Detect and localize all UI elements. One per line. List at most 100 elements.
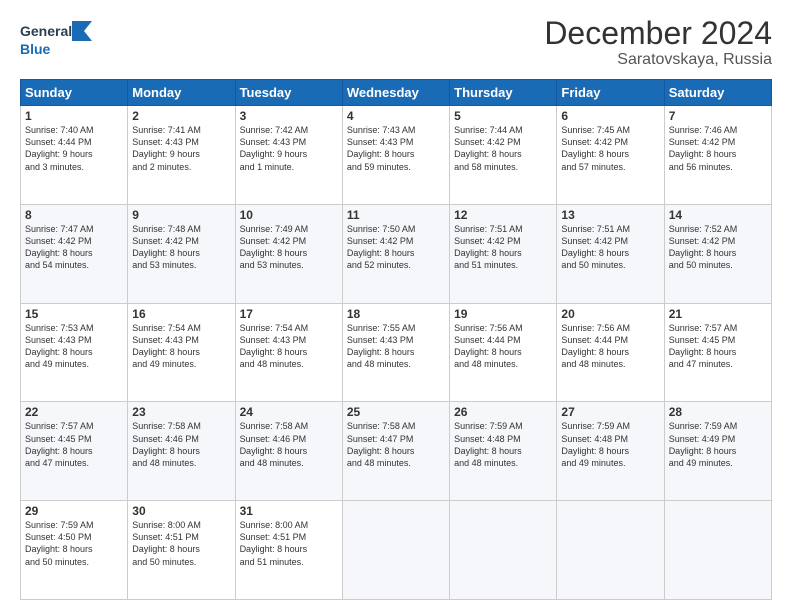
table-row [342,501,449,600]
table-row: 6Sunrise: 7:45 AMSunset: 4:42 PMDaylight… [557,106,664,205]
calendar-week-5: 29Sunrise: 7:59 AMSunset: 4:50 PMDayligh… [21,501,772,600]
cell-info: Sunrise: 7:49 AMSunset: 4:42 PMDaylight:… [240,223,338,272]
table-row: 9Sunrise: 7:48 AMSunset: 4:42 PMDaylight… [128,204,235,303]
table-row: 24Sunrise: 7:58 AMSunset: 4:46 PMDayligh… [235,402,342,501]
day-number: 2 [132,109,230,123]
table-row: 31Sunrise: 8:00 AMSunset: 4:51 PMDayligh… [235,501,342,600]
svg-text:General: General [20,23,72,39]
cell-info: Sunrise: 8:00 AMSunset: 4:51 PMDaylight:… [240,519,338,568]
table-row: 17Sunrise: 7:54 AMSunset: 4:43 PMDayligh… [235,303,342,402]
table-row: 29Sunrise: 7:59 AMSunset: 4:50 PMDayligh… [21,501,128,600]
calendar-title: December 2024 [544,16,772,51]
col-thursday: Thursday [450,80,557,106]
calendar-header-row: Sunday Monday Tuesday Wednesday Thursday… [21,80,772,106]
table-row: 25Sunrise: 7:58 AMSunset: 4:47 PMDayligh… [342,402,449,501]
day-number: 19 [454,307,552,321]
cell-info: Sunrise: 7:51 AMSunset: 4:42 PMDaylight:… [454,223,552,272]
cell-info: Sunrise: 7:54 AMSunset: 4:43 PMDaylight:… [132,322,230,371]
day-number: 15 [25,307,123,321]
cell-info: Sunrise: 7:59 AMSunset: 4:48 PMDaylight:… [561,420,659,469]
cell-info: Sunrise: 7:47 AMSunset: 4:42 PMDaylight:… [25,223,123,272]
calendar-week-4: 22Sunrise: 7:57 AMSunset: 4:45 PMDayligh… [21,402,772,501]
table-row: 23Sunrise: 7:58 AMSunset: 4:46 PMDayligh… [128,402,235,501]
calendar-week-1: 1Sunrise: 7:40 AMSunset: 4:44 PMDaylight… [21,106,772,205]
cell-info: Sunrise: 7:43 AMSunset: 4:43 PMDaylight:… [347,124,445,173]
table-row: 4Sunrise: 7:43 AMSunset: 4:43 PMDaylight… [342,106,449,205]
table-row: 19Sunrise: 7:56 AMSunset: 4:44 PMDayligh… [450,303,557,402]
cell-info: Sunrise: 7:57 AMSunset: 4:45 PMDaylight:… [669,322,767,371]
day-number: 8 [25,208,123,222]
day-number: 20 [561,307,659,321]
day-number: 14 [669,208,767,222]
col-friday: Friday [557,80,664,106]
cell-info: Sunrise: 7:48 AMSunset: 4:42 PMDaylight:… [132,223,230,272]
day-number: 3 [240,109,338,123]
table-row: 10Sunrise: 7:49 AMSunset: 4:42 PMDayligh… [235,204,342,303]
cell-info: Sunrise: 7:51 AMSunset: 4:42 PMDaylight:… [561,223,659,272]
day-number: 23 [132,405,230,419]
table-row: 27Sunrise: 7:59 AMSunset: 4:48 PMDayligh… [557,402,664,501]
day-number: 28 [669,405,767,419]
col-wednesday: Wednesday [342,80,449,106]
table-row: 3Sunrise: 7:42 AMSunset: 4:43 PMDaylight… [235,106,342,205]
day-number: 30 [132,504,230,518]
day-number: 17 [240,307,338,321]
cell-info: Sunrise: 7:45 AMSunset: 4:42 PMDaylight:… [561,124,659,173]
table-row [450,501,557,600]
day-number: 12 [454,208,552,222]
calendar-table: Sunday Monday Tuesday Wednesday Thursday… [20,79,772,600]
header: General Blue December 2024 Saratovskaya,… [20,16,772,69]
cell-info: Sunrise: 7:59 AMSunset: 4:50 PMDaylight:… [25,519,123,568]
table-row: 13Sunrise: 7:51 AMSunset: 4:42 PMDayligh… [557,204,664,303]
cell-info: Sunrise: 7:44 AMSunset: 4:42 PMDaylight:… [454,124,552,173]
day-number: 16 [132,307,230,321]
svg-text:Blue: Blue [20,41,51,57]
day-number: 5 [454,109,552,123]
day-number: 4 [347,109,445,123]
page: General Blue December 2024 Saratovskaya,… [0,0,792,612]
day-number: 6 [561,109,659,123]
table-row: 20Sunrise: 7:56 AMSunset: 4:44 PMDayligh… [557,303,664,402]
cell-info: Sunrise: 7:56 AMSunset: 4:44 PMDaylight:… [561,322,659,371]
cell-info: Sunrise: 7:42 AMSunset: 4:43 PMDaylight:… [240,124,338,173]
day-number: 11 [347,208,445,222]
cell-info: Sunrise: 7:54 AMSunset: 4:43 PMDaylight:… [240,322,338,371]
table-row: 28Sunrise: 7:59 AMSunset: 4:49 PMDayligh… [664,402,771,501]
col-saturday: Saturday [664,80,771,106]
table-row: 1Sunrise: 7:40 AMSunset: 4:44 PMDaylight… [21,106,128,205]
day-number: 26 [454,405,552,419]
table-row: 12Sunrise: 7:51 AMSunset: 4:42 PMDayligh… [450,204,557,303]
cell-info: Sunrise: 7:58 AMSunset: 4:46 PMDaylight:… [240,420,338,469]
day-number: 25 [347,405,445,419]
cell-info: Sunrise: 7:41 AMSunset: 4:43 PMDaylight:… [132,124,230,173]
day-number: 13 [561,208,659,222]
table-row: 26Sunrise: 7:59 AMSunset: 4:48 PMDayligh… [450,402,557,501]
table-row: 7Sunrise: 7:46 AMSunset: 4:42 PMDaylight… [664,106,771,205]
title-block: December 2024 Saratovskaya, Russia [544,16,772,69]
table-row: 18Sunrise: 7:55 AMSunset: 4:43 PMDayligh… [342,303,449,402]
table-row: 2Sunrise: 7:41 AMSunset: 4:43 PMDaylight… [128,106,235,205]
cell-info: Sunrise: 7:57 AMSunset: 4:45 PMDaylight:… [25,420,123,469]
day-number: 18 [347,307,445,321]
table-row: 30Sunrise: 8:00 AMSunset: 4:51 PMDayligh… [128,501,235,600]
cell-info: Sunrise: 7:59 AMSunset: 4:48 PMDaylight:… [454,420,552,469]
col-monday: Monday [128,80,235,106]
cell-info: Sunrise: 7:58 AMSunset: 4:46 PMDaylight:… [132,420,230,469]
calendar-week-2: 8Sunrise: 7:47 AMSunset: 4:42 PMDaylight… [21,204,772,303]
calendar-week-3: 15Sunrise: 7:53 AMSunset: 4:43 PMDayligh… [21,303,772,402]
col-tuesday: Tuesday [235,80,342,106]
day-number: 9 [132,208,230,222]
day-number: 24 [240,405,338,419]
cell-info: Sunrise: 8:00 AMSunset: 4:51 PMDaylight:… [132,519,230,568]
table-row [664,501,771,600]
table-row: 8Sunrise: 7:47 AMSunset: 4:42 PMDaylight… [21,204,128,303]
day-number: 21 [669,307,767,321]
table-row: 14Sunrise: 7:52 AMSunset: 4:42 PMDayligh… [664,204,771,303]
logo: General Blue [20,16,105,61]
cell-info: Sunrise: 7:52 AMSunset: 4:42 PMDaylight:… [669,223,767,272]
table-row [557,501,664,600]
logo-svg: General Blue [20,16,105,61]
day-number: 22 [25,405,123,419]
day-number: 10 [240,208,338,222]
table-row: 15Sunrise: 7:53 AMSunset: 4:43 PMDayligh… [21,303,128,402]
